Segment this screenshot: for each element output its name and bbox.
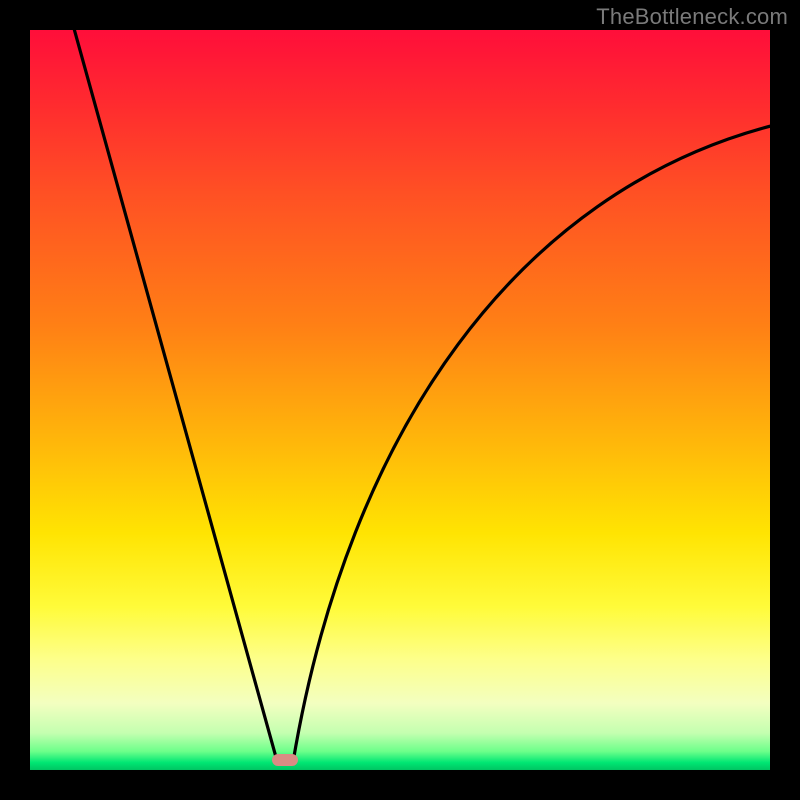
curve-left-branch [74,30,278,764]
chart-frame: TheBottleneck.com [0,0,800,800]
watermark-text: TheBottleneck.com [596,4,788,30]
curve-right-branch [293,126,770,764]
bottleneck-curve [30,30,770,770]
minimum-marker [272,754,298,766]
plot-area [30,30,770,770]
